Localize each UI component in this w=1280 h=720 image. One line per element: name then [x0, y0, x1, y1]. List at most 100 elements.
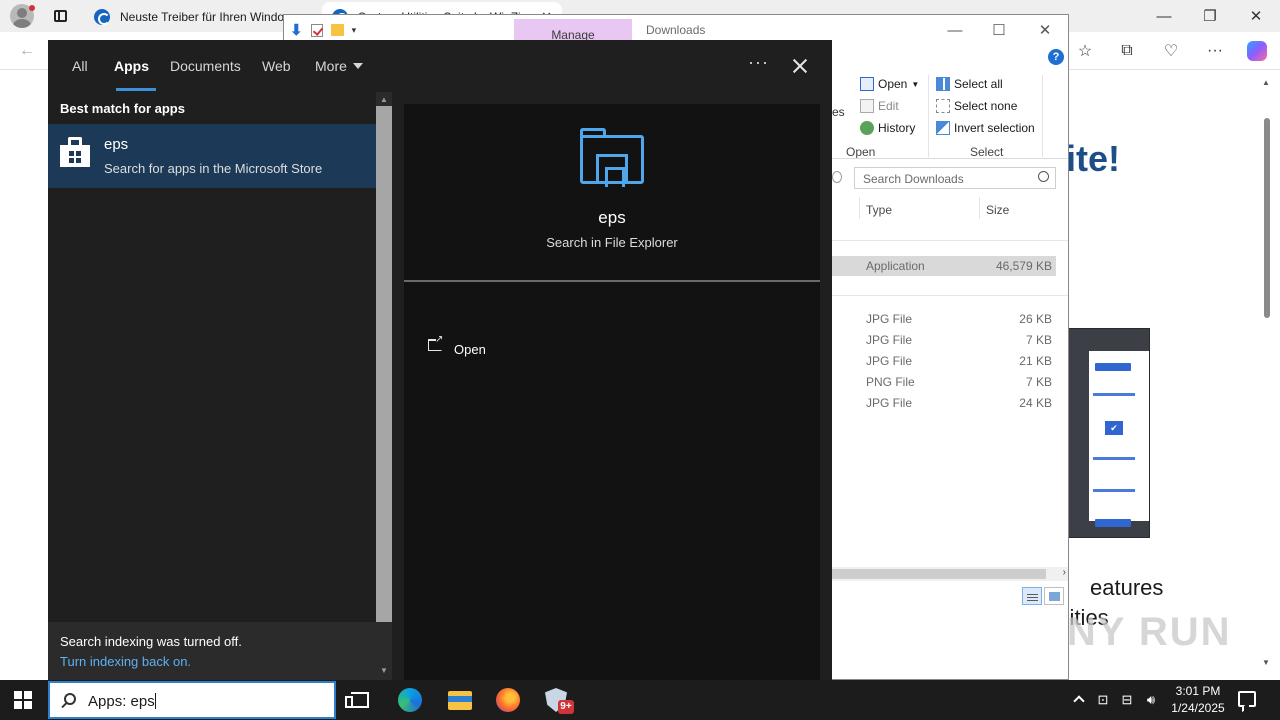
file-type: JPG File — [866, 396, 913, 410]
file-row[interactable]: JPG File 24 KB — [832, 393, 1056, 413]
file-size: 46,579 KB — [995, 259, 1052, 273]
explorer-maximize-icon[interactable]: ☐ — [976, 19, 1022, 41]
browser-restore-icon[interactable]: ❐ — [1190, 4, 1230, 28]
firefox-icon[interactable] — [492, 684, 524, 716]
browser-minimize-icon[interactable]: — — [1144, 4, 1184, 28]
device-icon[interactable]: ⊡ — [1094, 692, 1112, 708]
search-icon — [1038, 171, 1049, 182]
tab-documents[interactable]: Documents — [170, 58, 241, 74]
file-row[interactable]: JPG File 21 KB — [832, 351, 1056, 371]
group-divider — [832, 295, 1068, 296]
explorer-window-title: Downloads — [646, 23, 706, 37]
search-downloads-placeholder: Search Downloads — [863, 172, 964, 186]
open-icon — [860, 77, 874, 91]
profile-notification-dot — [29, 5, 35, 11]
active-tab-indicator — [116, 88, 156, 91]
open-action-label: Open — [454, 342, 486, 357]
more-options-icon[interactable]: ··· — [748, 52, 769, 73]
tab-more[interactable]: More — [315, 58, 363, 74]
select-none-button[interactable]: Select none — [936, 99, 1017, 113]
file-type: JPG File — [866, 354, 913, 368]
close-icon[interactable] — [788, 54, 812, 78]
new-folder-icon[interactable] — [330, 24, 344, 36]
select-group-label: Select — [970, 145, 1004, 159]
more-menu-icon[interactable]: ··· — [1202, 39, 1228, 63]
file-size: 7 KB — [1025, 375, 1052, 389]
browser-close-icon[interactable]: ✕ — [1236, 4, 1276, 28]
notification-center-icon[interactable] — [1238, 691, 1256, 707]
security-app-icon[interactable]: 9+ — [540, 684, 574, 716]
open-external-icon — [428, 334, 443, 351]
text-caret — [154, 693, 156, 709]
tab-actions-icon[interactable] — [50, 6, 70, 26]
file-row[interactable]: PNG File 7 KB — [832, 372, 1056, 392]
file-type: JPG File — [866, 333, 913, 347]
select-none-icon — [936, 99, 950, 113]
tab-web[interactable]: Web — [262, 58, 291, 74]
indexing-notice: Search indexing was turned off. Turn ind… — [48, 622, 376, 680]
file-row[interactable]: JPG File 7 KB — [832, 330, 1056, 350]
tab-favicon-icon — [94, 9, 110, 25]
volume-icon[interactable]: 🔊︎ — [1142, 692, 1160, 708]
features-heading: eatures — [1090, 575, 1164, 600]
detail-divider — [404, 280, 820, 282]
explorer-minimize-icon[interactable]: — — [932, 19, 978, 41]
tab-all[interactable]: All — [72, 58, 88, 74]
open-action[interactable]: Open — [426, 334, 626, 364]
explorer-close-icon[interactable]: ✕ — [1022, 19, 1068, 41]
column-separator[interactable] — [979, 197, 980, 219]
file-type: Application — [866, 259, 925, 273]
task-view-icon[interactable] — [344, 684, 376, 716]
downloads-arrow-icon[interactable]: ⬇ — [290, 21, 303, 39]
invert-selection-button[interactable]: Invert selection — [936, 121, 1035, 135]
file-row[interactable]: Application 46,579 KB — [832, 256, 1056, 276]
detail-subtitle: Search in File Explorer — [546, 235, 678, 250]
results-scrollbar[interactable]: ▲ ▼ — [376, 92, 392, 680]
open-dropdown-icon[interactable]: ▼ — [911, 80, 919, 89]
page-scrollbar[interactable]: ▲ ▼ — [1260, 72, 1274, 672]
edit-icon — [860, 99, 874, 113]
taskbar-search-value: Apps: eps — [88, 693, 155, 710]
system-clock[interactable]: 3:01 PM 1/24/2025 — [1160, 683, 1236, 717]
properties-check-icon[interactable] — [310, 23, 323, 37]
customize-dropdown-icon[interactable]: ▾ — [352, 25, 357, 36]
select-all-icon — [936, 77, 950, 91]
edge-icon[interactable] — [394, 684, 426, 716]
file-row[interactable]: JPG File 26 KB — [832, 309, 1056, 329]
best-match-result[interactable]: eps Search for apps in the Microsoft Sto… — [48, 124, 376, 188]
horizontal-scrollbar[interactable]: › — [832, 567, 1068, 581]
turn-indexing-on-link[interactable]: Turn indexing back on. — [60, 654, 191, 669]
taskbar-search-box[interactable]: Apps: eps — [48, 681, 336, 719]
column-header-size[interactable]: Size — [986, 203, 1009, 217]
collections-icon[interactable]: ⧉ — [1114, 39, 1140, 63]
search-downloads-input[interactable]: Search Downloads — [854, 167, 1056, 189]
network-icon[interactable]: ⊟ — [1118, 692, 1136, 708]
product-screenshot-image: ✔ — [1068, 328, 1150, 538]
select-all-label: Select all — [954, 77, 1003, 91]
column-separator[interactable] — [859, 197, 860, 219]
ribbon-separator — [1042, 75, 1043, 157]
select-all-button[interactable]: Select all — [936, 77, 1003, 91]
copilot-icon[interactable] — [1244, 39, 1270, 63]
edit-button[interactable]: Edit — [860, 99, 899, 113]
file-explorer-taskbar-icon[interactable] — [444, 684, 476, 716]
tab-apps[interactable]: Apps — [114, 58, 149, 74]
page-heading: ite! — [1066, 138, 1120, 179]
show-hidden-icons-chevron-icon[interactable] — [1070, 692, 1088, 708]
history-button[interactable]: History — [860, 121, 915, 135]
taskbar-search-input[interactable]: Apps: eps — [88, 693, 156, 710]
edit-label: Edit — [878, 99, 899, 113]
column-header-type[interactable]: Type — [866, 203, 892, 217]
windows-start-icon[interactable] — [14, 691, 32, 709]
refresh-icon[interactable] — [832, 171, 842, 183]
clock-time: 3:01 PM — [1175, 684, 1221, 698]
chevron-down-icon — [352, 63, 363, 69]
large-icons-view-icon[interactable] — [1044, 587, 1064, 605]
favorites-star-icon[interactable]: ☆ — [1072, 39, 1098, 63]
back-arrow-icon[interactable]: ← — [14, 39, 40, 63]
open-button[interactable]: Open ▼ — [860, 77, 919, 91]
details-view-icon[interactable] — [1022, 587, 1042, 605]
history-label: History — [878, 121, 916, 135]
browser-essentials-icon[interactable]: ♡ — [1158, 39, 1184, 63]
help-icon[interactable]: ? — [1048, 49, 1064, 65]
